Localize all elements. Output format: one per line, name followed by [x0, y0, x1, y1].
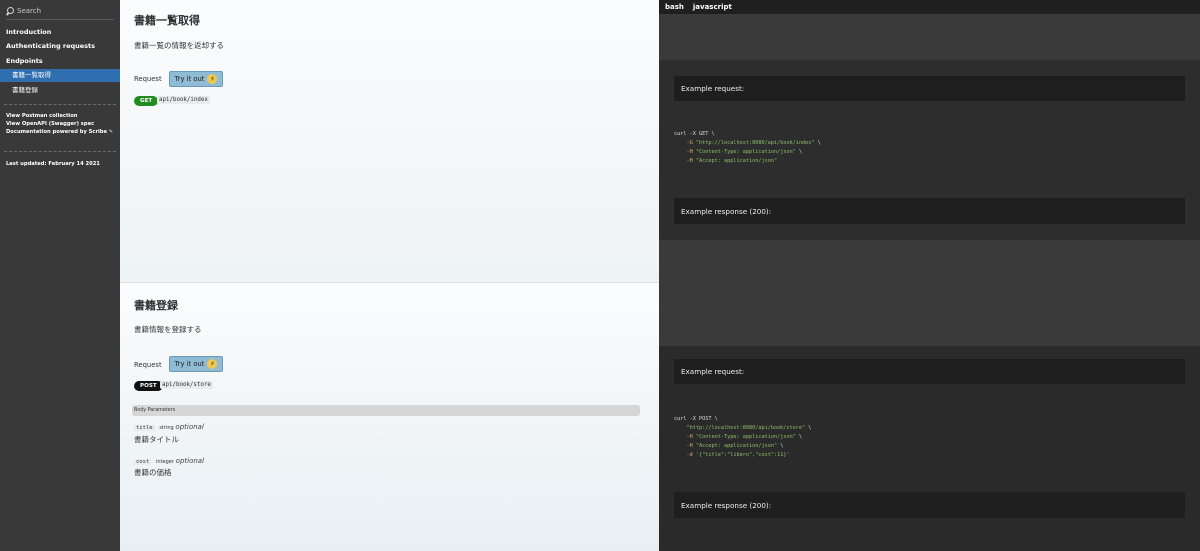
param-type: integer [156, 459, 174, 465]
sidebar-item-books-list[interactable]: 書籍一覧取得 [0, 69, 120, 82]
endpoint-path: api/book/index [157, 96, 210, 104]
language-tabs: bash javascript [659, 0, 1200, 14]
endpoint-path: api/book/store [160, 381, 213, 389]
example-response-header: Example response (200): [674, 492, 1185, 518]
code-block-bottom-strip [659, 240, 1200, 346]
code-block-book-register: Example request: curl -X POST \ "http://… [659, 346, 1200, 551]
section-title: 書籍登録 [134, 299, 178, 312]
example-response-label: Example response (200): [681, 500, 772, 510]
try-it-out-button[interactable]: Try it out ⚡ [169, 71, 223, 87]
sidebar-item-introduction[interactable]: Introduction [0, 26, 120, 39]
search-box[interactable] [6, 4, 116, 18]
param-row-cost: cost integer optional [134, 457, 204, 465]
search-underline [6, 19, 114, 20]
param-row-title: title string optional [134, 423, 204, 431]
endpoint-section-book-register: 書籍登録 書籍情報を登録する Request Try it out ⚡ POST… [120, 282, 659, 551]
section-description: 書籍情報を登録する [134, 325, 202, 334]
request-label: Request [134, 361, 162, 369]
code-block-top-strip [659, 14, 1200, 60]
section-description: 書籍一覧の情報を返却する [134, 41, 224, 50]
param-description: 書籍タイトル [134, 435, 179, 444]
param-optional: optional [175, 457, 205, 465]
code-snippet[interactable]: curl -X POST \ "http://localhost:8080/ap… [674, 415, 811, 460]
lightning-icon: ⚡ [207, 359, 218, 369]
code-snippet[interactable]: curl -X GET \ -G "http://localhost:8080/… [674, 130, 821, 166]
sidebar-item-book-register[interactable]: 書籍登録 [0, 84, 120, 97]
example-request-label: Example request: [681, 367, 745, 376]
param-description: 書籍の価格 [134, 468, 172, 477]
param-name: cost [134, 459, 152, 465]
section-title: 書籍一覧取得 [134, 14, 200, 27]
search-input[interactable] [17, 7, 112, 15]
sidebar-item-endpoints[interactable]: Endpoints [0, 55, 120, 68]
main-content: 書籍一覧取得 書籍一覧の情報を返却する Request Try it out ⚡… [120, 0, 659, 551]
method-badge: GET [134, 96, 159, 106]
example-request-header: Example request: [674, 359, 1185, 384]
try-it-out-button[interactable]: Try it out ⚡ [169, 356, 223, 372]
request-label: Request [134, 75, 162, 83]
lightning-icon: ⚡ [207, 74, 218, 84]
param-name: title [134, 425, 155, 431]
last-updated: Last updated: February 14 2021 [6, 161, 100, 167]
body-parameters-header: Body Parameters [132, 405, 640, 416]
example-request-label: Example request: [681, 84, 745, 93]
example-request-header: Example request: [674, 76, 1185, 101]
sidebar-item-authenticating[interactable]: Authenticating requests [0, 40, 120, 53]
example-response-label: Example response (200): [681, 206, 772, 216]
tab-javascript[interactable]: javascript [693, 3, 732, 11]
code-block-books-list: Example request: curl -X GET \ -G "http:… [659, 14, 1200, 346]
search-icon [6, 6, 15, 16]
postman-collection-link[interactable]: View Postman collection [6, 113, 77, 119]
pencil-icon: ✎ [108, 129, 114, 135]
tab-bash[interactable]: bash [665, 3, 684, 11]
method-badge: POST [134, 381, 163, 391]
scribe-link[interactable]: Documentation powered by Scribe ✎ [6, 129, 113, 135]
example-response-header: Example response (200): [674, 198, 1185, 224]
try-it-out-label: Try it out [174, 75, 205, 83]
sidebar-divider [4, 104, 116, 105]
try-it-out-label: Try it out [174, 360, 205, 368]
sidebar-divider-2 [4, 151, 116, 152]
code-panel: bash javascript Example request: curl -X… [659, 0, 1200, 551]
param-optional: optional [175, 423, 204, 431]
endpoint-section-books-list: 書籍一覧取得 書籍一覧の情報を返却する Request Try it out ⚡… [120, 0, 659, 282]
openapi-spec-link[interactable]: View OpenAPI (Swagger) spec [6, 121, 94, 127]
scribe-link-label: Documentation powered by Scribe [6, 129, 108, 135]
param-type: string [159, 425, 174, 431]
sidebar: Introduction Authenticating requests End… [0, 0, 120, 551]
